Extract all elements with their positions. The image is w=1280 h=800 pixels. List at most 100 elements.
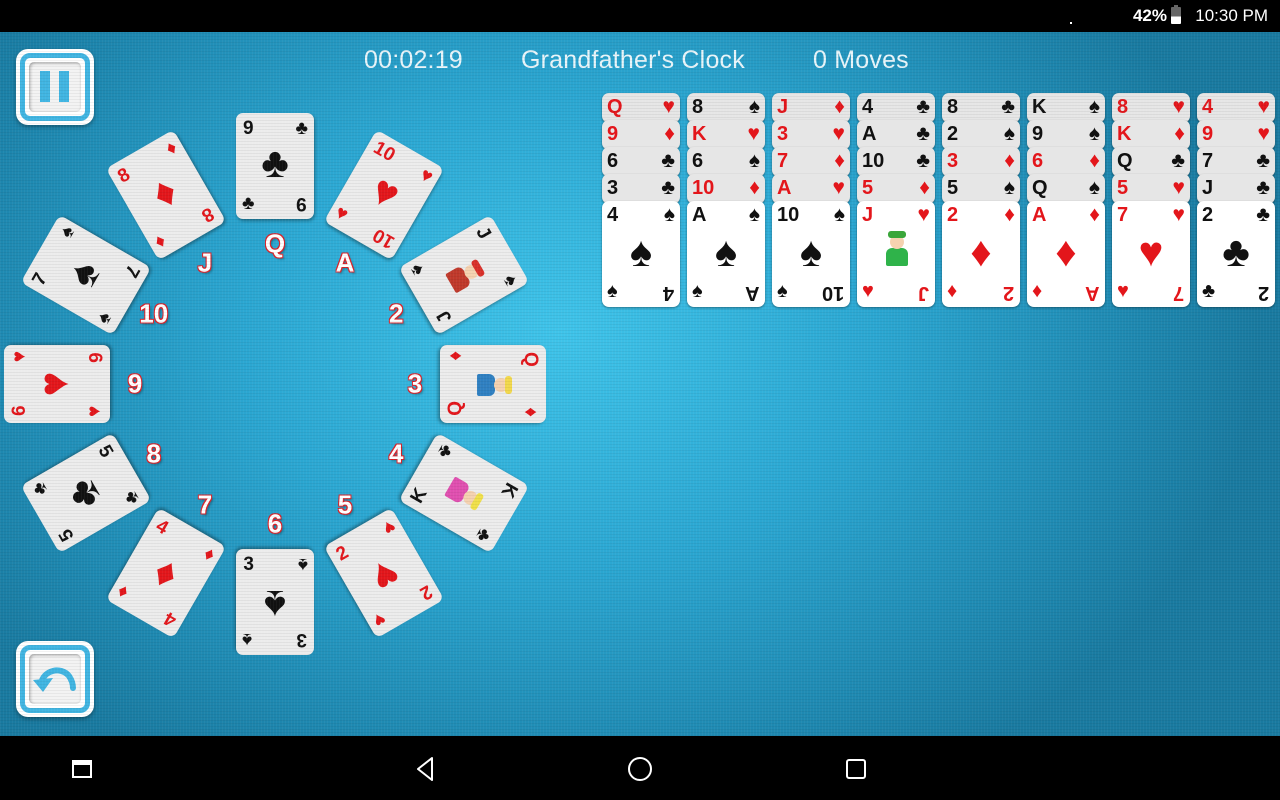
tableau-top-card[interactable]: A ♦ ♦ ♦ A xyxy=(1027,201,1105,307)
card-suit-icon: ♦ xyxy=(162,137,182,161)
tableau-card[interactable]: Q ♠ xyxy=(1027,174,1105,204)
tableau-card[interactable]: J ♦ xyxy=(772,93,850,123)
tableau-card[interactable]: 9 ♠ xyxy=(1027,120,1105,150)
clock-card[interactable]: 4 ♦ ♦ 4 ♦ xyxy=(105,507,227,639)
tableau-card[interactable]: 6 ♦ xyxy=(1027,147,1105,177)
navigation-bar xyxy=(0,736,1280,800)
card-suit-icon: ♥ xyxy=(1257,95,1270,118)
card-suit-icon: ♠ xyxy=(93,308,117,328)
card-suit-icon: ♦ xyxy=(919,176,930,199)
card-rank: 8 xyxy=(947,96,959,118)
tableau-card[interactable]: 9 ♥ xyxy=(1197,120,1275,150)
undo-button[interactable] xyxy=(16,641,94,717)
tableau-card[interactable]: K ♠ xyxy=(1027,93,1105,123)
tableau-card[interactable]: Q ♥ xyxy=(602,93,680,123)
card-suit-icon: ♠ xyxy=(1003,176,1015,199)
tableau-card[interactable]: 3 ♥ xyxy=(772,120,850,150)
pause-button[interactable] xyxy=(16,49,94,125)
tableau-card[interactable]: 10 ♦ xyxy=(687,174,765,204)
clock-card[interactable]: 10 ♥ ♥ 10 ♥ xyxy=(323,129,445,261)
card-rank: 8 xyxy=(198,202,218,227)
clock-card[interactable]: 3 ♠ ♠ 3 ♠ xyxy=(236,549,314,655)
card-suit-icon: ♣ xyxy=(432,440,457,462)
tableau-card[interactable]: Q ♣ xyxy=(1112,147,1190,177)
clock-card[interactable]: 9 ♣ ♣ 9 ♣ xyxy=(236,113,314,219)
tableau-card[interactable]: A ♥ xyxy=(772,174,850,204)
battery-icon xyxy=(1171,5,1181,24)
tableau-card[interactable]: 4 ♥ xyxy=(1197,93,1275,123)
status-bar: 42% 10:30 PM xyxy=(0,0,1280,32)
clock-position-label: 9 xyxy=(127,368,143,399)
card-rank: 9 xyxy=(607,123,619,145)
clock-position-label: 5 xyxy=(337,489,353,520)
card-suit-icon: ♦ xyxy=(520,407,541,417)
tableau-card[interactable]: J ♣ xyxy=(1197,174,1275,204)
clock-card[interactable]: 5 ♣ ♣ 5 ♣ xyxy=(20,432,152,554)
card-suit-icon: ♦ xyxy=(1032,280,1043,302)
clock-card[interactable]: J ♠ ♠ J xyxy=(398,214,530,336)
recents-alt-icon[interactable] xyxy=(67,754,97,784)
card-suit-icon: ♥ xyxy=(416,164,437,189)
clock-card[interactable]: 7 ♠ ♠ 7 ♠ xyxy=(20,214,152,336)
game-title: Grandfather's Clock xyxy=(521,46,745,74)
card-suit-icon: ♠ xyxy=(748,95,760,118)
clock-card[interactable]: Q ♦ ♦ Q xyxy=(440,345,546,423)
tableau-top-card[interactable]: 4 ♠ ♠ ♠ 4 xyxy=(602,201,680,307)
card-center-suit-icon: ♥ xyxy=(363,549,409,603)
tableau-top-card[interactable]: 10 ♠ ♠ ♠ 10 xyxy=(772,201,850,307)
card-rank: 9 xyxy=(1032,123,1044,145)
tableau-card[interactable]: 3 ♦ xyxy=(942,147,1020,177)
card-suit-icon: ♥ xyxy=(331,202,352,226)
card-suit-icon: ♣ xyxy=(242,193,255,214)
tableau-card[interactable]: 8 ♣ xyxy=(942,93,1020,123)
recents-icon[interactable] xyxy=(841,754,871,784)
clock-card[interactable]: 2 ♥ ♥ 2 ♥ xyxy=(323,507,445,639)
clock-card[interactable]: 8 ♦ ♦ 8 ♦ xyxy=(105,129,227,261)
tableau-top-card[interactable]: 2 ♦ ♦ ♦ 2 xyxy=(942,201,1020,307)
tableau-card[interactable]: 10 ♣ xyxy=(857,147,935,177)
tableau-top-card[interactable]: A ♠ ♠ ♠ A xyxy=(687,201,765,307)
tableau-card[interactable]: 8 ♥ xyxy=(1112,93,1190,123)
face-card-portrait-icon xyxy=(474,371,512,399)
card-rank: 10 xyxy=(369,224,399,253)
tableau-card[interactable]: 4 ♣ xyxy=(857,93,935,123)
card-suit-icon: ♥ xyxy=(832,122,845,145)
clock-card[interactable]: 6 ♥ ♥ 6 ♥ xyxy=(4,345,110,423)
back-icon[interactable] xyxy=(410,754,440,784)
card-suit-icon: ♥ xyxy=(1117,280,1129,302)
tableau-card[interactable]: 6 ♣ xyxy=(602,147,680,177)
tableau-card[interactable]: 9 ♦ xyxy=(602,120,680,150)
tableau-card[interactable]: 3 ♣ xyxy=(602,174,680,204)
tableau-card[interactable]: K ♥ xyxy=(687,120,765,150)
card-rank: Q xyxy=(607,96,623,118)
tableau-card[interactable]: A ♣ xyxy=(857,120,935,150)
tableau-card[interactable]: 5 ♥ xyxy=(1112,174,1190,204)
tableau-card[interactable]: 2 ♠ xyxy=(942,120,1020,150)
tableau-card[interactable]: 7 ♦ xyxy=(772,147,850,177)
card-rank: 6 xyxy=(1032,150,1044,172)
clock-position-label: A xyxy=(335,247,355,278)
clock-card[interactable]: K ♣ ♣ K xyxy=(398,432,530,554)
card-suit-icon: ♣ xyxy=(1256,176,1270,199)
card-rank: 2 xyxy=(947,123,959,145)
card-rank: 4 xyxy=(607,204,619,226)
tableau-top-card[interactable]: J ♥ ♥ J xyxy=(857,201,935,307)
tableau-card[interactable]: K ♦ xyxy=(1112,120,1190,150)
tableau-top-card[interactable]: 2 ♣ ♣ ♣ 2 xyxy=(1197,201,1275,307)
card-suit-icon: ♥ xyxy=(917,203,930,226)
tableau-card[interactable]: 7 ♣ xyxy=(1197,147,1275,177)
tableau-card[interactable]: 5 ♦ xyxy=(857,174,935,204)
card-rank: 7 xyxy=(1172,282,1184,304)
tableau-top-card[interactable]: 7 ♥ ♥ ♥ 7 xyxy=(1112,201,1190,307)
card-suit-icon: ♠ xyxy=(242,629,253,650)
card-suit-icon: ♦ xyxy=(1089,203,1100,226)
tableau-card[interactable]: 6 ♠ xyxy=(687,147,765,177)
tableau-card[interactable]: 5 ♠ xyxy=(942,174,1020,204)
card-suit-icon: ♥ xyxy=(662,95,675,118)
card-suit-icon: ♦ xyxy=(113,579,133,603)
card-rank: K xyxy=(692,123,707,145)
card-suit-icon: ♣ xyxy=(661,176,675,199)
tableau-card[interactable]: 8 ♠ xyxy=(687,93,765,123)
card-suit-icon: ♠ xyxy=(607,280,618,302)
home-icon[interactable] xyxy=(625,754,655,784)
